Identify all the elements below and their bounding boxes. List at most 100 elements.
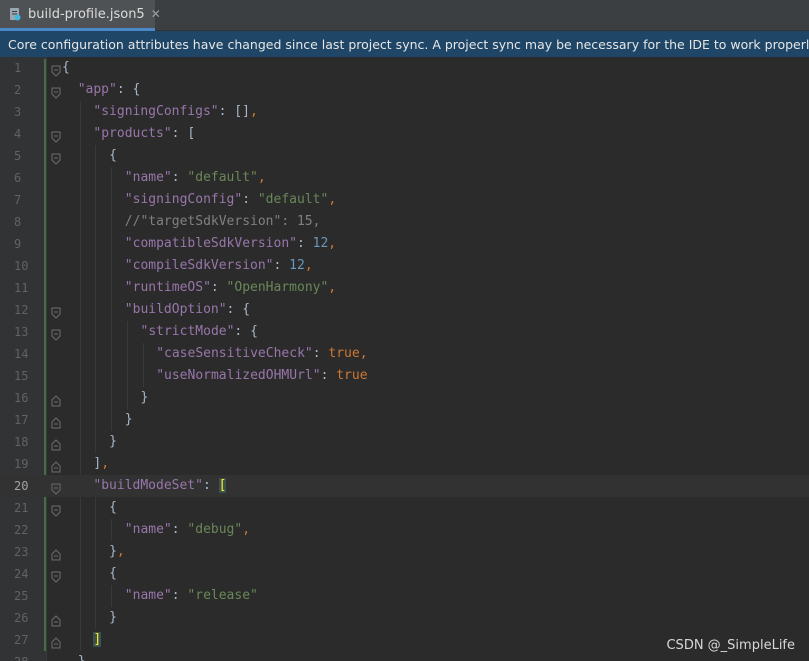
fold-marker-icon[interactable] <box>51 612 61 627</box>
watermark: CSDN @_SimpleLife <box>666 638 795 653</box>
code-text: }, <box>109 541 125 563</box>
code-line[interactable]: 4 "products": [ <box>0 123 809 145</box>
fold-marker-icon[interactable] <box>51 392 61 407</box>
code-line[interactable]: 1{ <box>0 57 809 79</box>
code-line[interactable]: 12 "buildOption": { <box>0 299 809 321</box>
code-token: } <box>109 610 117 625</box>
fold-marker-icon[interactable] <box>51 414 61 429</box>
code-token: } <box>109 544 117 559</box>
code-line[interactable]: 21 { <box>0 497 809 519</box>
code-token: : { <box>234 324 258 339</box>
code-text: "runtimeOS": "OpenHarmony", <box>125 277 336 299</box>
code-text: //"targetSdkVersion": 15, <box>125 211 321 233</box>
code-line[interactable]: 6 "name": "default", <box>0 167 809 189</box>
code-line[interactable]: 23}, <box>0 541 809 563</box>
fold-marker-icon[interactable] <box>51 128 61 143</box>
line-number: 18 <box>14 435 29 449</box>
code-line[interactable]: 16} <box>0 387 809 409</box>
sync-notification-banner: Core configuration attributes have chang… <box>0 31 809 57</box>
code-token: "signingConfigs" <box>93 104 219 119</box>
line-number: 4 <box>14 127 22 141</box>
code-token: : <box>202 478 219 493</box>
code-token: "buildModeSet" <box>93 478 203 493</box>
code-text: } <box>109 431 117 453</box>
code-line[interactable]: 11 "runtimeOS": "OpenHarmony", <box>0 277 809 299</box>
code-token: "compatibleSdkVersion" <box>124 236 297 251</box>
code-token: 12 <box>289 258 305 273</box>
fold-marker-icon[interactable] <box>51 480 61 495</box>
code-editor[interactable]: 1{2 "app": {3 "signingConfigs": [], 4 "produ… <box>0 57 809 661</box>
line-number: 12 <box>14 303 29 317</box>
code-text: "compatibleSdkVersion": 12, <box>125 233 336 255</box>
code-token: , <box>328 280 337 295</box>
fold-marker-icon[interactable] <box>51 436 61 451</box>
code-text: "caseSensitiveCheck": true, <box>156 343 367 365</box>
code-line[interactable]: 15 "useNormalizedOHMUrl": true <box>0 365 809 387</box>
code-token: ] <box>93 632 102 647</box>
code-line[interactable]: 3 "signingConfigs": [], <box>0 101 809 123</box>
code-line[interactable]: 18} <box>0 431 809 453</box>
code-text: { <box>62 57 70 79</box>
line-number: 2 <box>14 83 22 97</box>
fold-marker-icon[interactable] <box>51 568 61 583</box>
code-line[interactable]: 25 "name": "release" <box>0 585 809 607</box>
code-token: , <box>101 456 110 471</box>
fold-marker-icon[interactable] <box>51 326 61 341</box>
code-line[interactable]: 2 "app": { <box>0 79 809 101</box>
code-token: : <box>171 170 188 185</box>
code-line[interactable]: 24 { <box>0 563 809 585</box>
fold-marker-icon[interactable] <box>51 304 61 319</box>
code-token: : { <box>226 302 251 317</box>
code-token: 12 <box>312 236 329 251</box>
code-token: , <box>249 104 258 119</box>
code-line[interactable]: 9 "compatibleSdkVersion": 12, <box>0 233 809 255</box>
json-file-icon <box>8 7 22 21</box>
code-line[interactable]: 26} <box>0 607 809 629</box>
code-line[interactable]: 14 "caseSensitiveCheck": true, <box>0 343 809 365</box>
fold-marker-icon[interactable] <box>51 84 61 99</box>
code-token: : <box>171 522 188 537</box>
code-text: { <box>109 145 117 167</box>
code-text: "name": "debug", <box>125 519 250 541</box>
code-token: "release" <box>187 588 258 603</box>
code-line[interactable]: 19], <box>0 453 809 475</box>
line-number: 20 <box>14 479 29 493</box>
code-token: : <box>242 192 258 207</box>
code-line[interactable]: 22 "name": "debug", <box>0 519 809 541</box>
code-text: "buildOption": { <box>125 299 250 321</box>
line-number: 17 <box>14 413 29 427</box>
code-text: "useNormalizedOHMUrl": true <box>156 365 367 387</box>
code-line[interactable]: 10 "compileSdkVersion": 12, <box>0 255 809 277</box>
line-number: 13 <box>14 325 29 339</box>
line-number: 8 <box>14 215 22 229</box>
code-token: : <box>296 236 313 251</box>
line-number: 1 <box>14 61 22 75</box>
fold-marker-icon[interactable] <box>51 634 61 649</box>
code-text: "signingConfig": "default", <box>125 189 336 211</box>
code-token: [ <box>218 478 227 493</box>
line-number: 5 <box>14 149 22 163</box>
code-text: "signingConfigs": [], <box>93 101 257 123</box>
line-number: 6 <box>14 171 22 185</box>
code-line[interactable]: 8 //"targetSdkVersion": 15, <box>0 211 809 233</box>
code-line[interactable]: 5{ <box>0 145 809 167</box>
code-token: "name" <box>124 588 172 603</box>
close-icon[interactable]: ✕ <box>151 8 161 20</box>
fold-marker-icon[interactable] <box>51 546 61 561</box>
code-token: "debug" <box>187 522 243 537</box>
code-line[interactable]: 13 "strictMode": { <box>0 321 809 343</box>
code-text: "strictMode": { <box>141 321 258 343</box>
code-line[interactable]: 20 "buildModeSet": [ <box>0 475 809 497</box>
code-token: "default" <box>187 170 258 185</box>
code-line[interactable]: 17} <box>0 409 809 431</box>
fold-marker-icon[interactable] <box>51 62 61 77</box>
line-number: 3 <box>14 105 22 119</box>
fold-marker-icon[interactable] <box>51 150 61 165</box>
fold-marker-icon[interactable] <box>51 502 61 517</box>
code-line[interactable]: 7 "signingConfig": "default", <box>0 189 809 211</box>
fold-marker-icon[interactable] <box>51 458 61 473</box>
line-number: 25 <box>14 589 29 603</box>
code-text: } <box>109 607 117 629</box>
code-token: "app" <box>77 82 117 97</box>
tab-build-profile[interactable]: build-profile.json5 ✕ <box>0 0 161 31</box>
